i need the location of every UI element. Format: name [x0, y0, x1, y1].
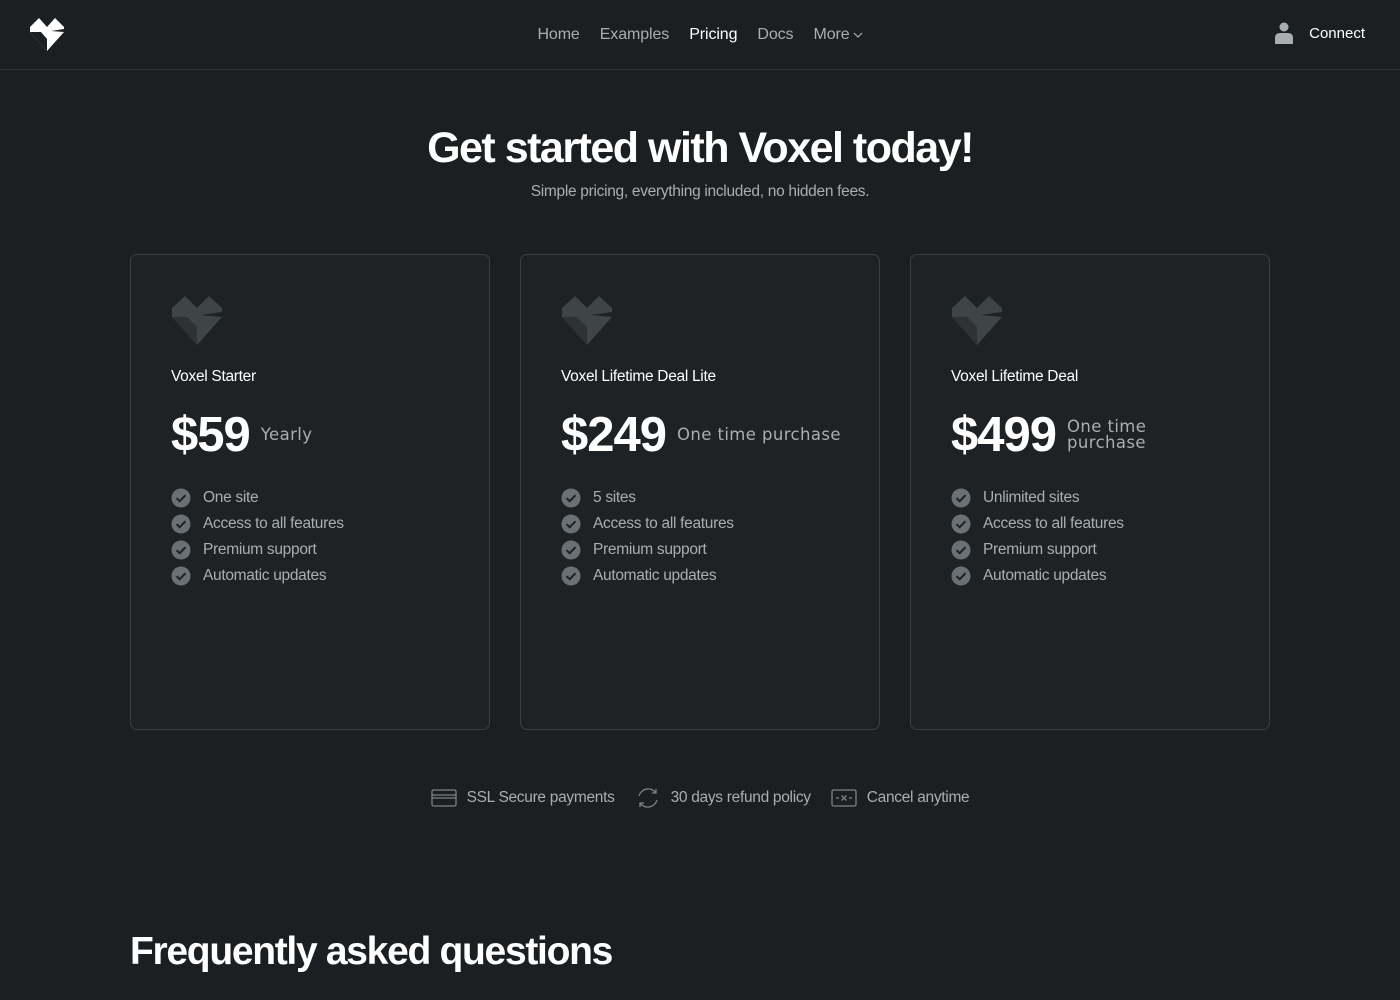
check-circle-icon: [561, 514, 581, 534]
check-circle-icon: [171, 566, 191, 586]
nav-pricing[interactable]: Pricing: [679, 26, 747, 44]
plan-name: Voxel Lifetime Deal: [951, 368, 1078, 385]
check-circle-icon: [561, 488, 581, 508]
feature-label: One site: [203, 489, 259, 506]
credit-card-icon: [430, 789, 457, 807]
feature-list: One site Access to all features Premium …: [171, 485, 344, 589]
feature-item: Access to all features: [561, 511, 734, 537]
check-circle-icon: [171, 540, 191, 560]
feature-item: Automatic updates: [951, 563, 1124, 589]
plan-period: One time purchase: [1067, 417, 1147, 452]
nav-more-dropdown[interactable]: More: [803, 26, 872, 44]
check-circle-icon: [951, 540, 971, 560]
connect-label: Connect: [1309, 24, 1365, 42]
nav-home-label: Home: [537, 25, 580, 43]
feature-item: 5 sites: [561, 485, 734, 511]
main-nav: Home Examples Pricing Docs More: [0, 0, 1400, 69]
feature-label: Premium support: [983, 541, 1097, 558]
check-circle-icon: [171, 488, 191, 508]
plan-name: Voxel Starter: [171, 368, 256, 385]
page-title: Get started with Voxel today!: [427, 124, 974, 172]
feature-item: Premium support: [561, 537, 734, 563]
check-circle-icon: [951, 514, 971, 534]
price-row: $59 Yearly: [171, 405, 312, 465]
price-row: $249 One time purchase: [561, 405, 841, 465]
trust-refund-label: 30 days refund policy: [670, 789, 811, 806]
feature-item: Access to all features: [951, 511, 1124, 537]
feature-label: Automatic updates: [203, 567, 327, 584]
feature-item: Automatic updates: [171, 563, 344, 589]
price-row: $499 One time purchase: [951, 405, 1157, 465]
feature-item: One site: [171, 485, 344, 511]
voxel-logo-icon: [562, 296, 612, 345]
check-circle-icon: [951, 488, 971, 508]
plan-period: Yearly: [260, 425, 313, 444]
feature-label: Access to all features: [203, 515, 344, 532]
site-header: Home Examples Pricing Docs More Connect: [0, 0, 1400, 70]
voxel-logo-icon: [952, 296, 1002, 345]
feature-list: 5 sites Access to all features Premium s…: [561, 485, 734, 589]
feature-label: Automatic updates: [983, 567, 1107, 584]
feature-item: Automatic updates: [561, 563, 734, 589]
trust-cancel: Cancel anytime: [831, 785, 970, 811]
feature-item: Unlimited sites: [951, 485, 1124, 511]
nav-pricing-label: Pricing: [689, 25, 738, 43]
faq-title: Frequently asked questions: [130, 930, 613, 973]
nav-examples-label: Examples: [599, 25, 670, 43]
nav-more-label: More: [813, 25, 850, 43]
check-circle-icon: [561, 566, 581, 586]
feature-label: 5 sites: [593, 489, 636, 506]
feature-label: Premium support: [203, 541, 317, 558]
nav-home[interactable]: Home: [527, 26, 589, 44]
feature-item: Access to all features: [171, 511, 344, 537]
feature-label: Access to all features: [983, 515, 1124, 532]
cancel-box-icon: [831, 789, 857, 807]
plan-price: $249: [561, 408, 667, 462]
plan-card-starter[interactable]: Voxel Starter $59 Yearly One site Access…: [130, 254, 490, 730]
user-icon: [1275, 22, 1294, 44]
check-circle-icon: [561, 540, 581, 560]
trust-ssl: SSL Secure payments: [430, 785, 615, 811]
nav-examples[interactable]: Examples: [590, 26, 679, 44]
plan-card-lifetime-lite[interactable]: Voxel Lifetime Deal Lite $249 One time p…: [520, 254, 880, 730]
nav-docs-label: Docs: [757, 25, 794, 43]
plan-period: One time purchase: [677, 425, 841, 444]
check-circle-icon: [951, 566, 971, 586]
refresh-icon: [637, 788, 658, 808]
connect-button[interactable]: Connect: [1275, 22, 1365, 44]
trust-cancel-label: Cancel anytime: [866, 789, 970, 806]
chevron-down-icon: [853, 32, 862, 38]
trust-refund: 30 days refund policy: [635, 785, 811, 811]
feature-item: Premium support: [171, 537, 344, 563]
page-subtitle: Simple pricing, everything included, no …: [530, 183, 870, 200]
plan-price: $499: [951, 408, 1057, 462]
feature-item: Premium support: [951, 537, 1124, 563]
plan-name: Voxel Lifetime Deal Lite: [561, 368, 716, 385]
feature-list: Unlimited sites Access to all features P…: [951, 485, 1124, 589]
feature-label: Unlimited sites: [983, 489, 1080, 506]
plan-card-lifetime[interactable]: Voxel Lifetime Deal $499 One time purcha…: [910, 254, 1270, 730]
feature-label: Automatic updates: [593, 567, 717, 584]
feature-label: Premium support: [593, 541, 707, 558]
plan-price: $59: [171, 408, 251, 462]
nav-docs[interactable]: Docs: [747, 26, 803, 44]
voxel-logo-icon: [172, 296, 222, 345]
check-circle-icon: [171, 514, 191, 534]
feature-label: Access to all features: [593, 515, 734, 532]
trust-ssl-label: SSL Secure payments: [466, 789, 615, 806]
trust-badges: SSL Secure payments 30 days refund polic…: [0, 784, 1400, 812]
